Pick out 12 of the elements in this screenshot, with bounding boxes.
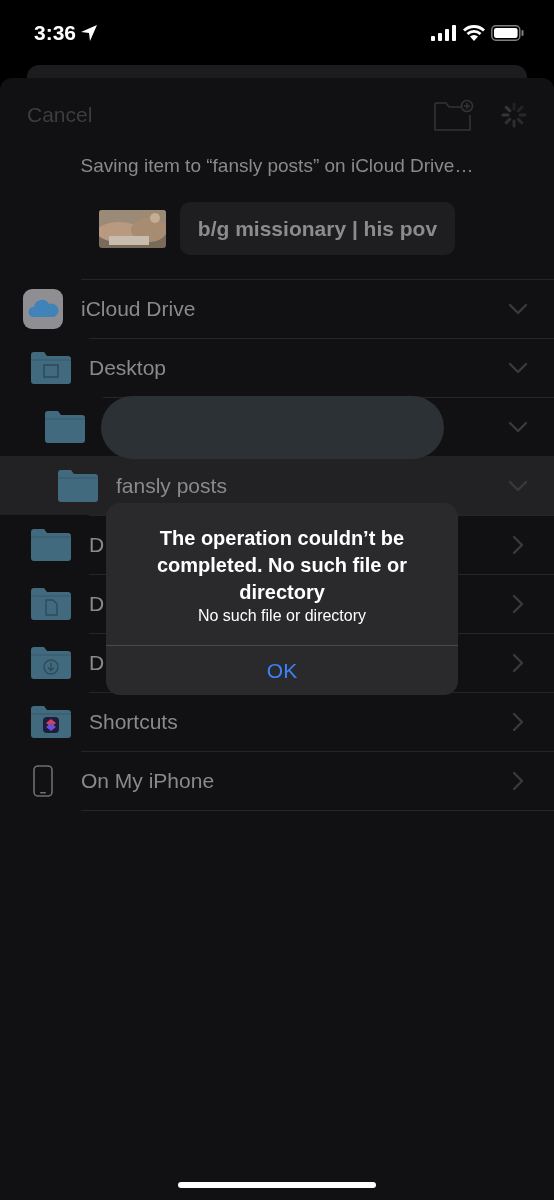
folder-name: D xyxy=(89,592,105,616)
folder-name: D xyxy=(89,533,105,557)
folder-name: iCloud Drive xyxy=(81,297,196,321)
folder-name: D xyxy=(89,651,105,675)
folder-name: fansly posts xyxy=(116,474,227,498)
folder-name: Desktop xyxy=(89,356,167,380)
saving-caption: Saving item to “fansly posts” on iCloud Drive… xyxy=(79,154,475,178)
folder-name: On My iPhone xyxy=(81,769,215,793)
folder-name: Shortcuts xyxy=(89,710,178,734)
clock-time: 3:36 xyxy=(34,20,77,45)
alert-message: No such file or directory xyxy=(196,607,368,625)
alert-title: The operation couldn’t be completed. No such file or directory xyxy=(155,526,408,605)
